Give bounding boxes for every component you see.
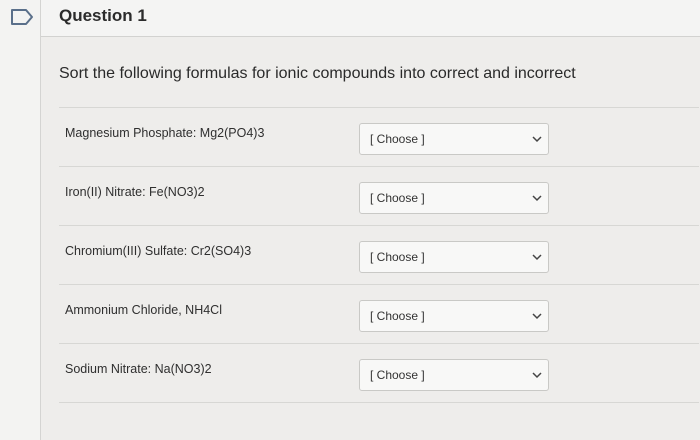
choose-dropdown[interactable]: [ Choose ] [359, 300, 549, 332]
answer-row: Iron(II) Nitrate: Fe(NO3)2 [ Choose ] [59, 166, 699, 225]
answer-row: Sodium Nitrate: Na(NO3)2 [ Choose ] [59, 343, 699, 403]
row-label: Ammonium Chloride, NH4Cl [65, 303, 222, 317]
row-label: Magnesium Phosphate: Mg2(PO4)3 [65, 126, 265, 140]
choose-dropdown[interactable]: [ Choose ] [359, 241, 549, 273]
chevron-down-icon [532, 313, 542, 320]
question-body: Sort the following formulas for ionic co… [41, 37, 700, 440]
question-header: Question 1 [41, 0, 700, 37]
choose-dropdown[interactable]: [ Choose ] [359, 359, 549, 391]
answer-rows: Magnesium Phosphate: Mg2(PO4)3 [ Choose … [59, 107, 699, 403]
question-prompt: Sort the following formulas for ionic co… [59, 65, 576, 82]
chevron-down-icon [532, 254, 542, 261]
answer-row: Ammonium Chloride, NH4Cl [ Choose ] [59, 284, 699, 343]
choose-dropdown[interactable]: [ Choose ] [359, 123, 549, 155]
answer-row: Magnesium Phosphate: Mg2(PO4)3 [ Choose … [59, 107, 699, 166]
answer-row: Chromium(III) Sulfate: Cr2(SO4)3 [ Choos… [59, 225, 699, 284]
dropdown-value: [ Choose ] [370, 132, 425, 146]
choose-dropdown[interactable]: [ Choose ] [359, 182, 549, 214]
left-gutter [0, 0, 41, 440]
row-label: Sodium Nitrate: Na(NO3)2 [65, 362, 212, 376]
flag-icon[interactable] [10, 8, 34, 26]
question-title: Question 1 [59, 6, 147, 25]
dropdown-value: [ Choose ] [370, 309, 425, 323]
row-label: Chromium(III) Sulfate: Cr2(SO4)3 [65, 244, 252, 258]
dropdown-value: [ Choose ] [370, 250, 425, 264]
chevron-down-icon [532, 372, 542, 379]
row-label: Iron(II) Nitrate: Fe(NO3)2 [65, 185, 205, 199]
chevron-down-icon [532, 195, 542, 202]
chevron-down-icon [532, 136, 542, 143]
dropdown-value: [ Choose ] [370, 368, 425, 382]
dropdown-value: [ Choose ] [370, 191, 425, 205]
